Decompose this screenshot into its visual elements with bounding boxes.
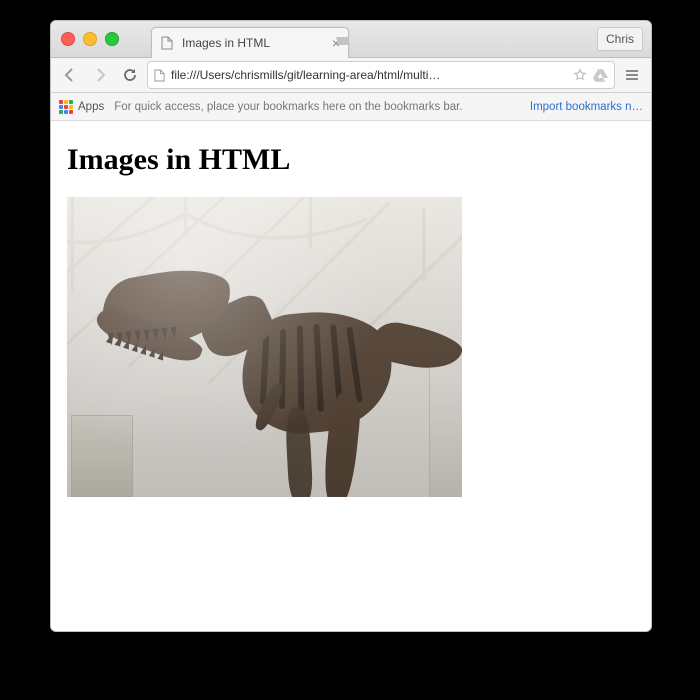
forward-button[interactable] [87, 62, 113, 88]
profile-label: Chris [606, 32, 634, 46]
back-button[interactable] [57, 62, 83, 88]
menu-button[interactable] [619, 62, 645, 88]
drive-icon[interactable] [593, 69, 608, 82]
address-bar-url: file:///Users/chrismills/git/learning-ar… [171, 68, 567, 82]
apps-icon [59, 100, 73, 114]
import-bookmarks-link[interactable]: Import bookmarks n… [530, 101, 643, 113]
file-icon [160, 36, 174, 50]
apps-shortcut[interactable]: Apps [59, 100, 104, 114]
file-icon [154, 69, 165, 82]
reload-button[interactable] [117, 62, 143, 88]
profile-button[interactable]: Chris [597, 27, 643, 51]
page-heading: Images in HTML [67, 143, 635, 177]
minimize-window-button[interactable] [83, 32, 97, 46]
bookmark-star-icon[interactable] [573, 68, 587, 82]
browser-window: Images in HTML × Chris file:///Users/chr… [50, 20, 652, 632]
new-tab-button[interactable] [333, 31, 353, 51]
toolbar: file:///Users/chrismills/git/learning-ar… [51, 58, 651, 93]
zoom-window-button[interactable] [105, 32, 119, 46]
apps-label: Apps [78, 101, 104, 113]
titlebar: Images in HTML × Chris [51, 21, 651, 58]
address-bar-actions [573, 68, 608, 82]
content-image [67, 197, 462, 497]
bookmarks-bar: Apps For quick access, place your bookma… [51, 93, 651, 121]
page-content: Images in HTML [51, 121, 651, 632]
bookmarks-hint: For quick access, place your bookmarks h… [114, 101, 520, 113]
address-bar[interactable]: file:///Users/chrismills/git/learning-ar… [147, 61, 615, 89]
window-controls [61, 32, 119, 46]
close-window-button[interactable] [61, 32, 75, 46]
tab-title: Images in HTML [182, 36, 324, 50]
browser-tab[interactable]: Images in HTML × [151, 27, 349, 58]
